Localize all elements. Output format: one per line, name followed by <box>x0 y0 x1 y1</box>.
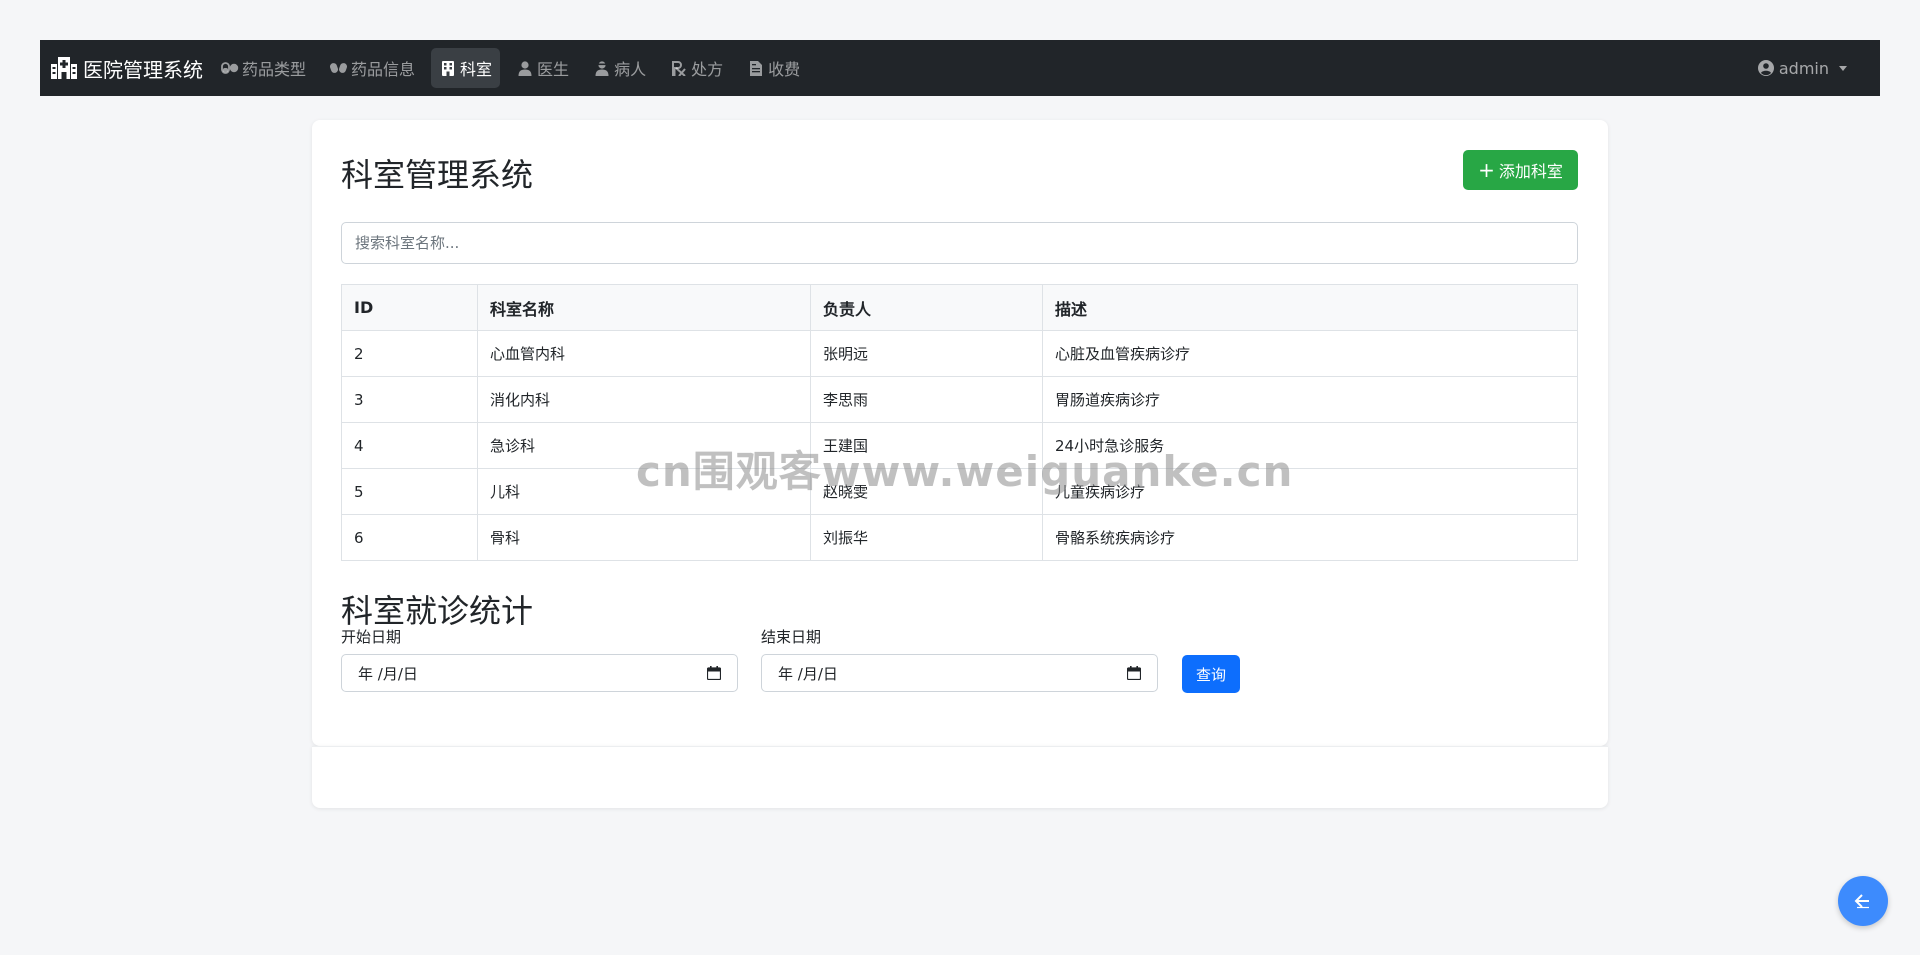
pills-icon <box>221 61 239 75</box>
brand-link[interactable]: 医院管理系统 <box>51 54 203 83</box>
user-circle-icon <box>1757 60 1774 76</box>
table-header-row: ID 科室名称 负责人 描述 <box>341 284 1578 331</box>
chart-card <box>312 746 1608 808</box>
end-date-input[interactable]: 年 /月/日 <box>761 654 1158 692</box>
cell-head: 王建国 <box>810 422 1043 469</box>
cell-id: 5 <box>341 468 478 515</box>
arrow-left-icon <box>1854 894 1869 909</box>
user-dropdown[interactable]: admin <box>1757 58 1847 78</box>
end-date-label: 结束日期 <box>761 628 822 646</box>
user-injured-icon <box>593 60 611 76</box>
cell-name: 儿科 <box>477 468 811 515</box>
column-header-id: ID <box>341 284 478 331</box>
chevron-down-icon <box>1839 65 1847 71</box>
nav-item-drug-types[interactable]: 药品类型 <box>213 48 314 88</box>
column-header-head: 负责人 <box>810 284 1043 331</box>
table-row: 4 急诊科 王建国 24小时急诊服务 <box>341 422 1578 469</box>
cell-description: 骨骼系统疾病诊疗 <box>1042 514 1578 561</box>
column-header-description: 描述 <box>1042 284 1578 331</box>
top-navbar: 医院管理系统 药品类型 药品信息 科室 医生 病人 处方 收费 admin <box>40 40 1880 96</box>
nav-item-label: 收费 <box>768 60 801 79</box>
table-row: 2 心血管内科 张明远 心脏及血管疾病诊疗 <box>341 330 1578 377</box>
end-date-value: 年 /月/日 <box>778 664 838 683</box>
back-button[interactable] <box>1838 876 1888 926</box>
cell-head: 张明远 <box>810 330 1043 377</box>
table-row: 6 骨科 刘振华 骨骼系统疾病诊疗 <box>341 514 1578 561</box>
invoice-icon <box>747 60 765 76</box>
prescription-icon <box>670 60 688 76</box>
page-title: 科室管理系统 <box>341 156 534 194</box>
cell-head: 李思雨 <box>810 376 1043 423</box>
nav-item-label: 药品类型 <box>242 60 307 79</box>
user-doctor-icon <box>516 60 534 76</box>
capsules-icon <box>330 61 348 75</box>
start-date-value: 年 /月/日 <box>358 664 418 683</box>
cell-description: 24小时急诊服务 <box>1042 422 1578 469</box>
nav-item-label: 药品信息 <box>351 60 416 79</box>
nav-item-departments[interactable]: 科室 <box>431 48 501 88</box>
column-header-name: 科室名称 <box>477 284 811 331</box>
building-icon <box>439 60 457 76</box>
username: admin <box>1778 58 1829 78</box>
nav-menu: 药品类型 药品信息 科室 医生 病人 处方 收费 <box>213 48 816 88</box>
table-row: 3 消化内科 李思雨 胃肠道疾病诊疗 <box>341 376 1578 423</box>
cell-name: 心血管内科 <box>477 330 811 377</box>
hospital-icon <box>51 57 77 79</box>
main-card: 科室管理系统 + 添加科室 ID 科室名称 负责人 描述 2 心血管内科 张明远… <box>312 120 1608 746</box>
plus-icon: + <box>1478 158 1495 182</box>
start-date-label: 开始日期 <box>341 628 402 646</box>
table-row: 5 儿科 赵晓雯 儿童疾病诊疗 <box>341 468 1578 515</box>
cell-head: 刘振华 <box>810 514 1043 561</box>
cell-description: 心脏及血管疾病诊疗 <box>1042 330 1578 377</box>
query-button[interactable]: 查询 <box>1182 655 1240 693</box>
brand-title: 医院管理系统 <box>83 57 203 82</box>
nav-item-label: 科室 <box>460 60 493 79</box>
add-department-button[interactable]: + 添加科室 <box>1463 150 1578 190</box>
cell-id: 3 <box>341 376 478 423</box>
cell-name: 急诊科 <box>477 422 811 469</box>
department-table: ID 科室名称 负责人 描述 2 心血管内科 张明远 心脏及血管疾病诊疗 3 消… <box>341 284 1578 561</box>
nav-item-label: 医生 <box>537 60 570 79</box>
cell-id: 6 <box>341 514 478 561</box>
nav-item-patients[interactable]: 病人 <box>585 48 654 88</box>
nav-item-label: 处方 <box>691 60 724 79</box>
start-date-input[interactable]: 年 /月/日 <box>341 654 738 692</box>
calendar-icon[interactable] <box>1127 666 1141 680</box>
cell-head: 赵晓雯 <box>810 468 1043 515</box>
search-input[interactable] <box>341 222 1578 264</box>
nav-item-prescriptions[interactable]: 处方 <box>662 48 731 88</box>
calendar-icon[interactable] <box>707 666 721 680</box>
cell-description: 胃肠道疾病诊疗 <box>1042 376 1578 423</box>
cell-id: 2 <box>341 330 478 377</box>
cell-name: 消化内科 <box>477 376 811 423</box>
nav-item-billing[interactable]: 收费 <box>739 48 808 88</box>
nav-item-drug-info[interactable]: 药品信息 <box>322 48 423 88</box>
nav-item-label: 病人 <box>614 60 647 79</box>
cell-description: 儿童疾病诊疗 <box>1042 468 1578 515</box>
add-department-label: 添加科室 <box>1498 162 1563 181</box>
nav-item-doctors[interactable]: 医生 <box>508 48 577 88</box>
cell-name: 骨科 <box>477 514 811 561</box>
cell-id: 4 <box>341 422 478 469</box>
